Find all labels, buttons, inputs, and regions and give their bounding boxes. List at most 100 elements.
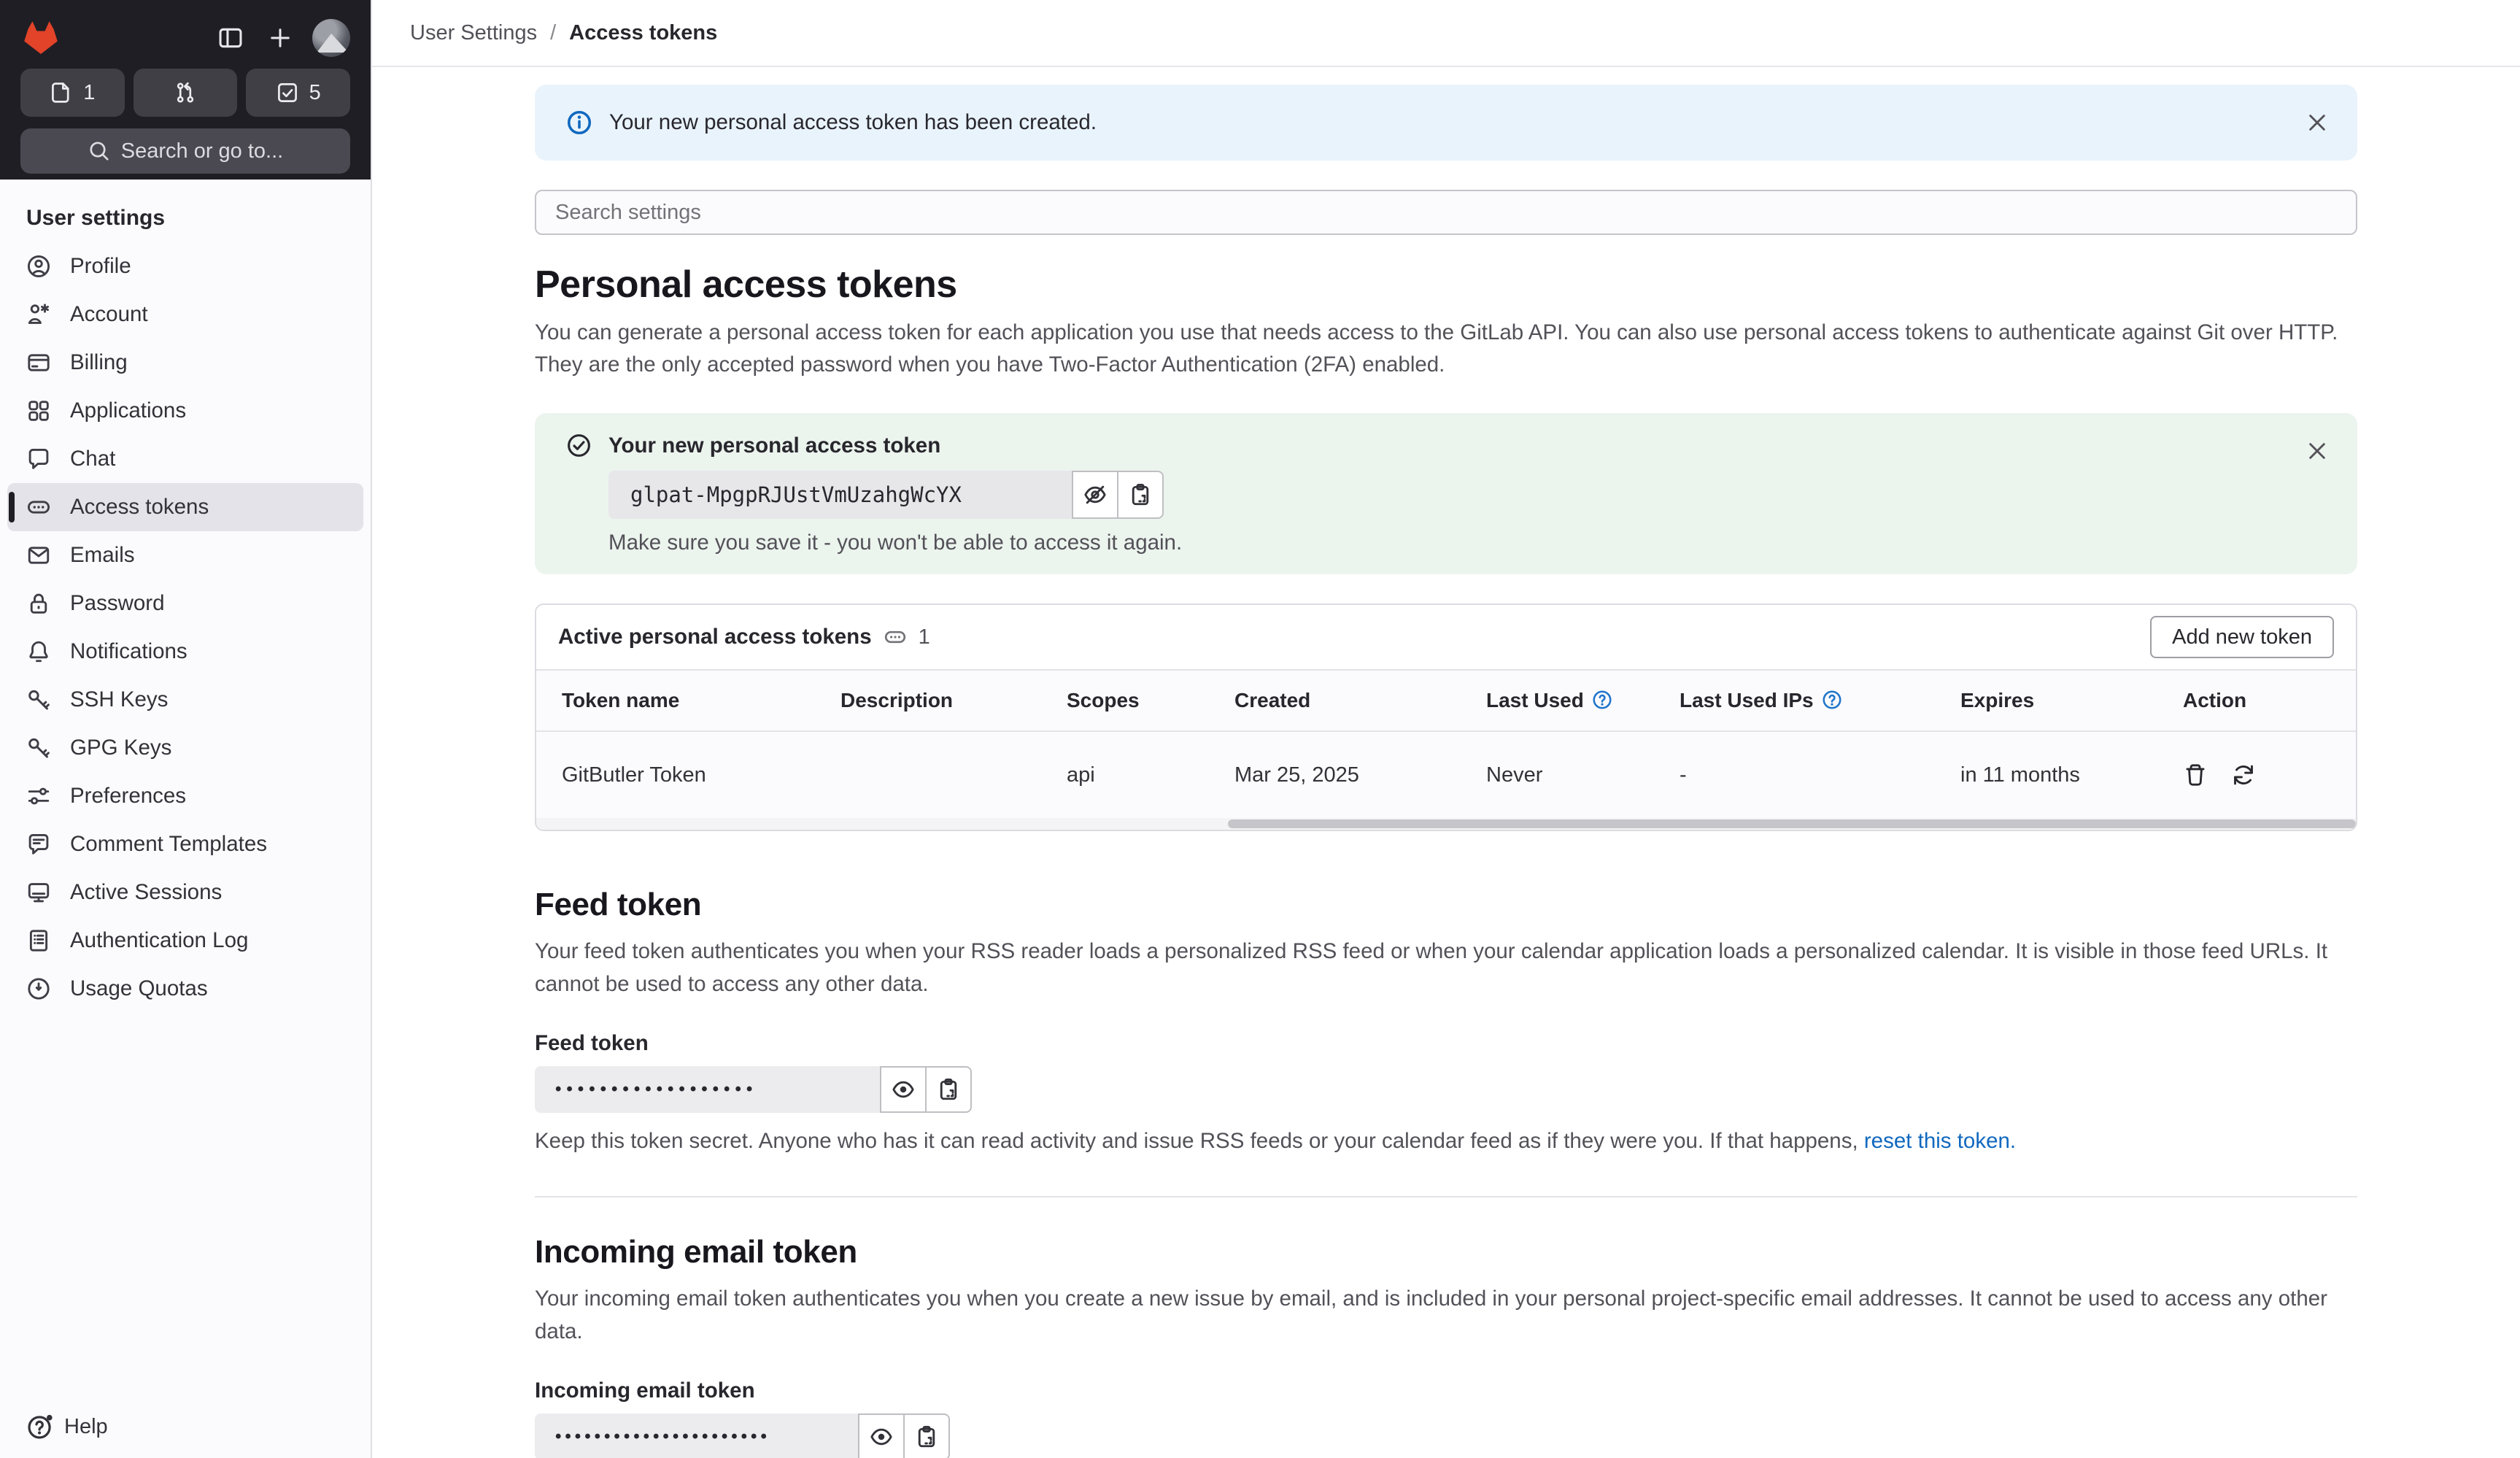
copy-icon xyxy=(936,1077,961,1102)
help-button[interactable]: Help xyxy=(0,1413,108,1440)
main-content: Your new personal access token has been … xyxy=(372,69,2520,1458)
sidebar-item-label: Authentication Log xyxy=(70,928,249,952)
help-icon xyxy=(26,1413,54,1440)
close-icon[interactable] xyxy=(2305,439,2330,463)
feed-token-field[interactable]: •••••••••••••••••• xyxy=(535,1066,881,1113)
chat-bubble-icon xyxy=(26,447,51,471)
sidebar-item-active-sessions[interactable]: Active Sessions xyxy=(7,868,363,917)
new-token-value-field[interactable]: glpat-MpgpRJUstVmUzahgWcYX xyxy=(608,471,1073,519)
log-list-icon xyxy=(26,928,51,953)
cell-created: Mar 25, 2025 xyxy=(1234,731,1486,818)
cell-token-name: GitButler Token xyxy=(536,731,840,818)
todos-shortcut-button[interactable]: 5 xyxy=(246,69,351,117)
col-last-used: Last Used xyxy=(1486,669,1680,732)
sidebar-item-authentication-log[interactable]: Authentication Log xyxy=(7,917,363,965)
sidebar-item-notifications[interactable]: Notifications xyxy=(7,628,363,676)
rotate-token-icon[interactable] xyxy=(2231,763,2256,787)
sidebar-item-label: Active Sessions xyxy=(70,880,223,904)
global-search-label: Search or go to... xyxy=(120,139,284,163)
scrollbar-thumb[interactable] xyxy=(1227,819,2356,828)
cell-action xyxy=(2183,731,2356,818)
pat-description: You can generate a personal access token… xyxy=(535,320,2338,377)
applications-grid-icon xyxy=(26,398,51,423)
breadcrumb-current: Access tokens xyxy=(569,20,718,45)
sidebar-item-preferences[interactable]: Preferences xyxy=(7,772,363,820)
sidebar-item-account[interactable]: Account xyxy=(7,290,363,339)
copy-icon xyxy=(1128,482,1153,507)
search-settings-input[interactable] xyxy=(535,190,2357,235)
merge-requests-shortcut-button[interactable] xyxy=(133,69,238,117)
copy-incoming-token-button[interactable] xyxy=(903,1413,950,1458)
sidebar-toggle-button[interactable] xyxy=(212,19,250,57)
feed-token-label: Feed token xyxy=(535,1031,649,1055)
reveal-feed-token-button[interactable] xyxy=(880,1066,927,1113)
sidebar-item-label: Emails xyxy=(70,543,135,567)
sidebar-item-applications[interactable]: Applications xyxy=(7,387,363,435)
envelope-icon xyxy=(26,543,51,568)
sidebar-item-gpg-keys[interactable]: GPG Keys xyxy=(7,724,363,772)
question-circle-icon[interactable] xyxy=(1821,689,1843,711)
page-title: Personal access tokens xyxy=(535,263,957,306)
gitlab-logo-icon[interactable] xyxy=(20,18,61,58)
copy-feed-token-button[interactable] xyxy=(925,1066,972,1113)
sidebar-item-profile[interactable]: Profile xyxy=(7,242,363,290)
monitor-icon xyxy=(26,880,51,905)
cell-description xyxy=(840,731,1067,818)
add-new-token-button[interactable]: Add new token xyxy=(2150,616,2334,658)
account-icon xyxy=(26,302,51,327)
incoming-token-label: Incoming email token xyxy=(535,1378,755,1403)
close-icon[interactable] xyxy=(2305,110,2330,135)
info-alert-message: Your new personal access token has been … xyxy=(609,110,1097,134)
sidebar-item-label: SSH Keys xyxy=(70,687,169,711)
sidebar-item-billing[interactable]: Billing xyxy=(7,339,363,387)
token-pill-icon xyxy=(26,495,51,520)
sidebar-item-label: Comment Templates xyxy=(70,832,267,856)
reset-feed-token-link[interactable]: reset this token. xyxy=(1864,1129,2016,1153)
avatar[interactable] xyxy=(312,19,350,57)
col-last-used-ips: Last Used IPs xyxy=(1680,669,1960,732)
key-icon xyxy=(26,736,51,760)
sidebar-item-label: Preferences xyxy=(70,784,187,808)
incoming-token-field[interactable]: •••••••••••••••••••••• xyxy=(535,1413,859,1458)
sidebar-header: 1 5 Search or go to... xyxy=(0,0,371,180)
sidebar-item-label: Password xyxy=(70,591,165,615)
col-token-name: Token name xyxy=(536,669,840,732)
create-new-button[interactable] xyxy=(261,19,299,57)
global-search-button[interactable]: Search or go to... xyxy=(20,128,350,174)
sidebar-item-label: Billing xyxy=(70,350,128,374)
hide-token-button[interactable] xyxy=(1072,471,1118,519)
table-header-row: Token name Description Scopes Created La… xyxy=(536,669,2356,732)
incoming-email-token-section: Incoming email token Your incoming email… xyxy=(535,1234,2357,1458)
sidebar-item-ssh-keys[interactable]: SSH Keys xyxy=(7,676,363,724)
check-circle-icon xyxy=(565,432,592,459)
revoke-trash-icon[interactable] xyxy=(2183,763,2208,787)
sidebar-nav: Profile Account Billing Applications Cha… xyxy=(0,242,371,1013)
sidebar-item-label: Access tokens xyxy=(70,495,209,519)
reveal-incoming-token-button[interactable] xyxy=(858,1413,905,1458)
issues-shortcut-button[interactable]: 1 xyxy=(20,69,125,117)
cell-scopes: api xyxy=(1067,731,1234,818)
breadcrumb-user-settings[interactable]: User Settings xyxy=(410,21,537,45)
sidebar-item-chat[interactable]: Chat xyxy=(7,435,363,483)
sliders-icon xyxy=(26,784,51,809)
question-circle-icon[interactable] xyxy=(1591,689,1613,711)
sidebar-item-usage-quotas[interactable]: Usage Quotas xyxy=(7,965,363,1013)
sidebar-item-access-tokens[interactable]: Access tokens xyxy=(7,483,363,531)
cell-last-used: Never xyxy=(1486,731,1680,818)
tokens-table: Token name Description Scopes Created La… xyxy=(536,669,2356,818)
credit-card-icon xyxy=(26,350,51,375)
sidebar-item-comment-templates[interactable]: Comment Templates xyxy=(7,820,363,868)
sidebar-item-label: Account xyxy=(70,302,148,326)
sidebar-item-password[interactable]: Password xyxy=(7,579,363,628)
eye-slash-icon xyxy=(1083,482,1108,507)
todo-check-icon xyxy=(276,81,299,104)
feed-token-description: Your feed token authenticates you when y… xyxy=(535,939,2328,996)
help-label: Help xyxy=(64,1414,108,1438)
token-value: glpat-MpgpRJUstVmUzahgWcYX xyxy=(630,482,962,507)
feed-token-note: Keep this token secret. Anyone who has i… xyxy=(535,1129,2017,1153)
sidebar-item-emails[interactable]: Emails xyxy=(7,531,363,579)
copy-token-button[interactable] xyxy=(1117,471,1164,519)
table-horizontal-scrollbar[interactable] xyxy=(536,818,2356,830)
sidebar-item-label: Profile xyxy=(70,254,131,278)
info-icon xyxy=(565,109,593,136)
